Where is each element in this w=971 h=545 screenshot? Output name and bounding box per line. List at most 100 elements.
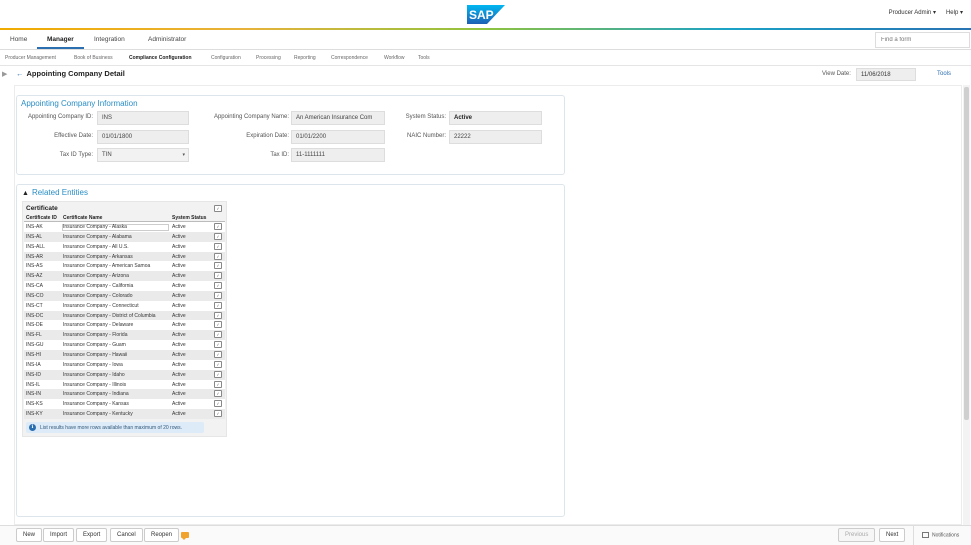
table-row[interactable]: INS-KY Insurance Company - Kentucky Active… — [24, 409, 225, 419]
notifications-icon — [922, 532, 929, 538]
col-system-status[interactable]: System Status — [172, 215, 206, 221]
certificate-id-cell: INS-ALL — [26, 243, 45, 250]
tab-administrator[interactable]: Administrator — [148, 36, 186, 43]
certificate-name-cell: Insurance Company - Hawaii — [63, 351, 128, 358]
back-arrow-icon[interactable]: ← — [16, 69, 24, 78]
tax-id-type-select[interactable]: TIN — [97, 148, 189, 162]
edit-icon[interactable]: ✓ — [214, 360, 222, 368]
subtab-workflow[interactable]: Workflow — [384, 55, 404, 61]
edit-icon[interactable]: ✓ — [214, 252, 222, 260]
edit-icon[interactable]: ✓ — [214, 390, 222, 398]
related-entities-title[interactable]: ▲ Related Entities — [22, 188, 88, 197]
next-button[interactable]: Next — [879, 528, 906, 542]
subtab-tools[interactable]: Tools — [418, 55, 430, 61]
table-row[interactable]: INS-DC Insurance Company - District of Co… — [24, 310, 225, 321]
top-bar: SAP Producer Admin Help — [0, 0, 971, 29]
table-row[interactable]: INS-FL Insurance Company - Florida Active ✓ — [24, 330, 225, 341]
side-panel-toggle-icon[interactable]: ▶ — [2, 70, 7, 78]
table-row[interactable]: INS-IL Insurance Company - Illinois Active… — [24, 379, 225, 390]
edit-icon[interactable]: ✓ — [214, 291, 222, 299]
edit-icon[interactable]: ✓ — [214, 331, 222, 339]
status-cell: Active — [172, 253, 186, 260]
table-row[interactable]: INS-AK Insurance Company - Alaska Active ✓ — [24, 222, 225, 232]
edit-icon[interactable]: ✓ — [214, 205, 222, 212]
view-date-field[interactable]: 11/06/2018 — [856, 68, 916, 81]
edit-icon[interactable]: ✓ — [214, 272, 222, 280]
table-row[interactable]: INS-ID Insurance Company - Idaho Active ✓ — [24, 369, 225, 380]
expiration-date-field[interactable]: 01/01/2200 — [291, 130, 385, 144]
col-certificate-name[interactable]: Certificate Name — [63, 215, 102, 221]
subtab-reporting[interactable]: Reporting — [294, 55, 316, 61]
notifications-label: Notifications — [932, 532, 960, 539]
table-row[interactable]: INS-KS Insurance Company - Kansas Active ✓ — [24, 399, 225, 410]
table-row[interactable]: INS-AS Insurance Company - American Samoa… — [24, 261, 225, 272]
edit-icon[interactable]: ✓ — [214, 400, 222, 408]
cancel-button[interactable]: Cancel — [110, 528, 143, 542]
reopen-button[interactable]: Reopen — [144, 528, 180, 542]
col-certificate-id[interactable]: Certificate ID — [26, 215, 57, 221]
table-row[interactable]: INS-CA Insurance Company - California Acti… — [24, 281, 225, 291]
subtab-configuration[interactable]: Configuration — [211, 55, 241, 61]
subtab-processing[interactable]: Processing — [256, 55, 281, 61]
subtab-book-of-business[interactable]: Book of Business — [74, 55, 113, 61]
company-name-field[interactable]: An American Insurance Com — [291, 111, 385, 125]
effective-date-field[interactable]: 01/01/1800 — [97, 130, 189, 144]
tab-integration[interactable]: Integration — [94, 36, 125, 43]
tools-link[interactable]: Tools — [937, 71, 951, 77]
edit-icon[interactable]: ✓ — [214, 242, 222, 250]
certificate-name-cell: Insurance Company - California — [63, 283, 134, 290]
edit-icon[interactable]: ✓ — [214, 410, 222, 418]
table-row[interactable]: INS-AZ Insurance Company - Arizona Active ✓ — [24, 271, 225, 282]
certificate-name-cell: Insurance Company - Idaho — [63, 371, 125, 378]
subtab-correspondence[interactable]: Correspondence — [331, 55, 368, 61]
table-row[interactable]: INS-AL Insurance Company - Alabama Active ✓ — [24, 231, 225, 242]
new-button[interactable]: New — [16, 528, 43, 542]
edit-icon[interactable]: ✓ — [214, 282, 222, 290]
comment-icon[interactable] — [181, 532, 189, 540]
table-row[interactable]: INS-IN Insurance Company - Indiana Active ✓ — [24, 389, 225, 400]
company-id-field[interactable]: INS — [97, 111, 189, 125]
edit-icon[interactable]: ✓ — [214, 301, 222, 309]
edit-icon[interactable]: ✓ — [214, 341, 222, 349]
scrollbar-thumb[interactable] — [964, 87, 969, 420]
table-row[interactable]: INS-DE Insurance Company - Delaware Active… — [24, 320, 225, 331]
certificate-name-cell: Insurance Company - Colorado — [63, 292, 133, 299]
table-row[interactable]: INS-CT Insurance Company - Connecticut Act… — [24, 300, 225, 311]
help-menu[interactable]: Help — [946, 9, 963, 16]
edit-icon[interactable]: ✓ — [214, 232, 222, 240]
table-row[interactable]: INS-IA Insurance Company - Iowa Active ✓ — [24, 359, 225, 370]
edit-icon[interactable]: ✓ — [214, 262, 222, 270]
edit-icon[interactable]: ✓ — [214, 311, 222, 319]
import-button[interactable]: Import — [43, 528, 75, 542]
subtab-compliance-configuration[interactable]: Compliance Configuration — [129, 55, 192, 61]
table-row[interactable]: INS-ALL Insurance Company - All U.S. Activ… — [24, 241, 225, 252]
table-row[interactable]: INS-CO Insurance Company - Colorado Active… — [24, 290, 225, 301]
certificate-id-cell: INS-IL — [26, 381, 41, 388]
certificate-id-cell: INS-IA — [26, 361, 41, 368]
status-cell: Active — [172, 391, 186, 398]
table-row[interactable]: INS-GU Insurance Company - Guam Active ✓ — [24, 340, 225, 350]
certificate-name-cell: Insurance Company - Indiana — [63, 391, 129, 398]
export-button[interactable]: Export — [76, 528, 108, 542]
status-cell: Active — [172, 312, 186, 319]
edit-icon[interactable]: ✓ — [214, 370, 222, 378]
notifications-button[interactable]: Notifications — [922, 532, 959, 538]
previous-button[interactable]: Previous — [838, 528, 876, 542]
naic-number-field[interactable]: 22222 — [449, 130, 542, 144]
collapse-triangle-icon[interactable]: ▲ — [22, 190, 29, 197]
edit-icon[interactable]: ✓ — [214, 380, 222, 388]
system-status-field[interactable]: Active — [449, 111, 542, 125]
table-row[interactable]: INS-HI Insurance Company - Hawaii Active ✓ — [24, 349, 225, 360]
tax-id-field[interactable]: 11-1111111 — [291, 148, 385, 162]
edit-icon[interactable]: ✓ — [214, 321, 222, 329]
edit-icon[interactable]: ✓ — [214, 223, 222, 230]
info-message: i List results have more rows available t… — [26, 422, 204, 433]
table-row[interactable]: INS-AR Insurance Company - Arkansas Active… — [24, 251, 225, 262]
edit-icon[interactable]: ✓ — [214, 350, 222, 358]
find-form-input[interactable] — [875, 32, 970, 48]
tab-home[interactable]: Home — [10, 36, 27, 43]
certificate-id-cell: INS-HI — [26, 351, 41, 358]
user-menu[interactable]: Producer Admin — [889, 9, 936, 16]
tab-manager[interactable]: Manager — [37, 36, 84, 49]
subtab-producer-management[interactable]: Producer Management — [5, 55, 56, 61]
